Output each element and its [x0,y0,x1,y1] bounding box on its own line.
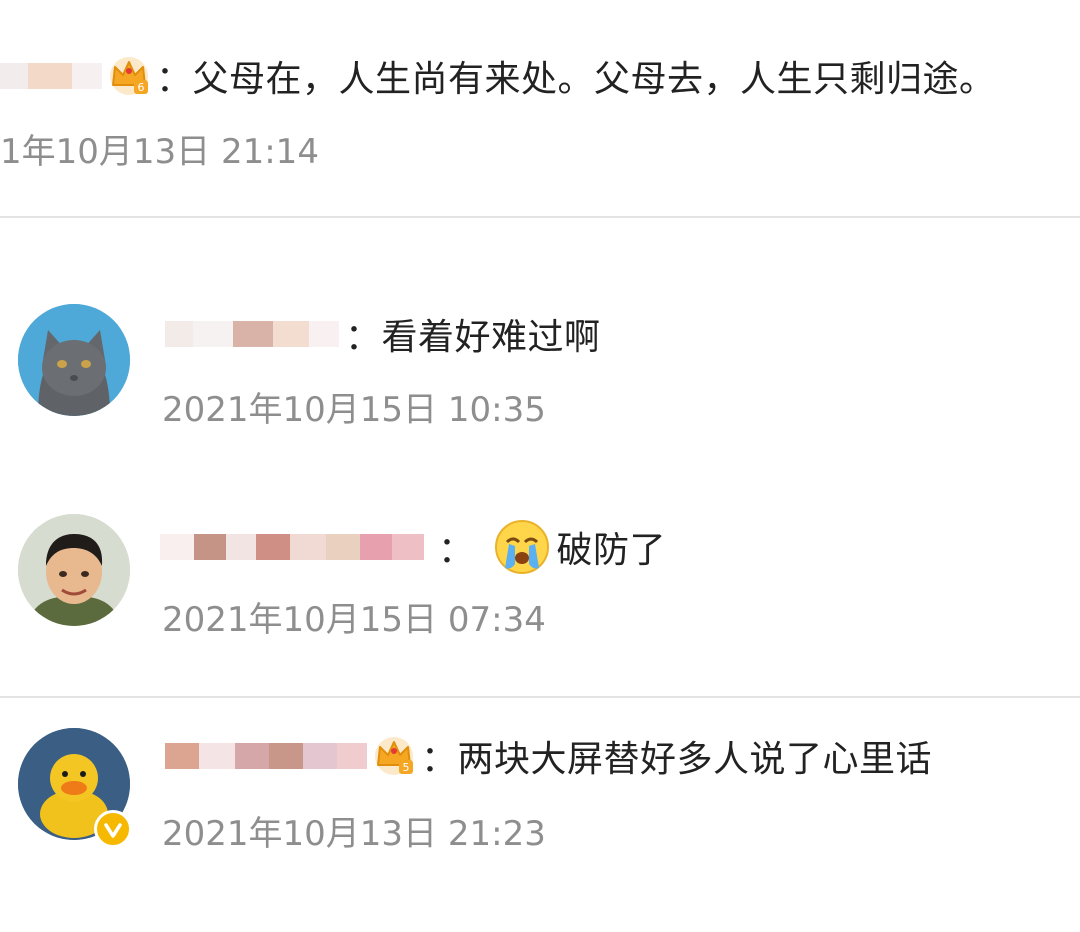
comment-text: 看着好难过啊 [381,317,601,358]
divider [0,216,1080,218]
crown-level-6-icon[interactable]: 6 [106,53,152,99]
blurred-username[interactable] [165,321,193,347]
blurred-username[interactable] [160,534,194,560]
crying-face-icon [494,520,549,574]
comment-content-line: ： 看着好难过啊 [165,308,601,360]
separator-colon: ： [345,317,382,358]
svg-text:6: 6 [138,81,145,94]
divider [0,696,1080,698]
svg-text:5: 5 [403,761,410,774]
blurred-username[interactable] [165,743,199,769]
verified-v-icon [94,810,132,848]
comment-feed: 6 ： 父母在，人生尚有来处。父母去，人生只剩归途。 1年10月13日 21:1… [0,0,1080,932]
comment-timestamp: 2021年10月13日 21:23 [162,814,546,854]
comment-content-line: 5 ： 两块大屏替好多人说了心里话 [165,730,932,782]
comment-timestamp: 2021年10月15日 10:35 [162,390,546,430]
comment-text: 两块大屏替好多人说了心里话 [457,739,933,780]
blurred-username[interactable] [226,534,256,560]
blurred-username[interactable] [290,534,326,560]
separator-colon: ： [438,530,475,571]
blurred-username[interactable] [256,534,290,560]
separator-colon: ： [421,739,458,780]
blurred-username[interactable] [269,743,303,769]
separator-colon: ： [156,59,193,100]
blurred-username[interactable] [28,63,72,89]
blurred-username[interactable] [303,743,337,769]
blurred-username[interactable] [273,321,309,347]
crown-level-5-icon[interactable]: 5 [371,733,417,779]
blurred-username[interactable] [309,321,339,347]
blurred-username[interactable] [193,321,233,347]
comment-timestamp: 2021年10月15日 07:34 [162,600,546,640]
blurred-username[interactable] [235,743,269,769]
comment-content-line: ： 破防了 [160,518,666,576]
comment-text: 破防了 [556,530,667,571]
blurred-username[interactable] [233,321,273,347]
blurred-username[interactable] [326,534,360,560]
comment-timestamp: 1年10月13日 21:14 [0,132,319,172]
blurred-username[interactable] [392,534,424,560]
blurred-username[interactable] [72,63,102,89]
comment-content-line: 6 ： 父母在，人生尚有来处。父母去，人生只剩归途。 [0,50,996,102]
blurred-username[interactable] [360,534,392,560]
blurred-username[interactable] [337,743,367,769]
blurred-username[interactable] [199,743,235,769]
blurred-username[interactable] [0,63,28,89]
comment-text: 父母在，人生尚有来处。父母去，人生只剩归途。 [192,59,996,100]
man-in-uniform-avatar[interactable] [18,514,130,626]
gray-cat-avatar[interactable] [18,304,130,416]
blurred-username[interactable] [194,534,226,560]
